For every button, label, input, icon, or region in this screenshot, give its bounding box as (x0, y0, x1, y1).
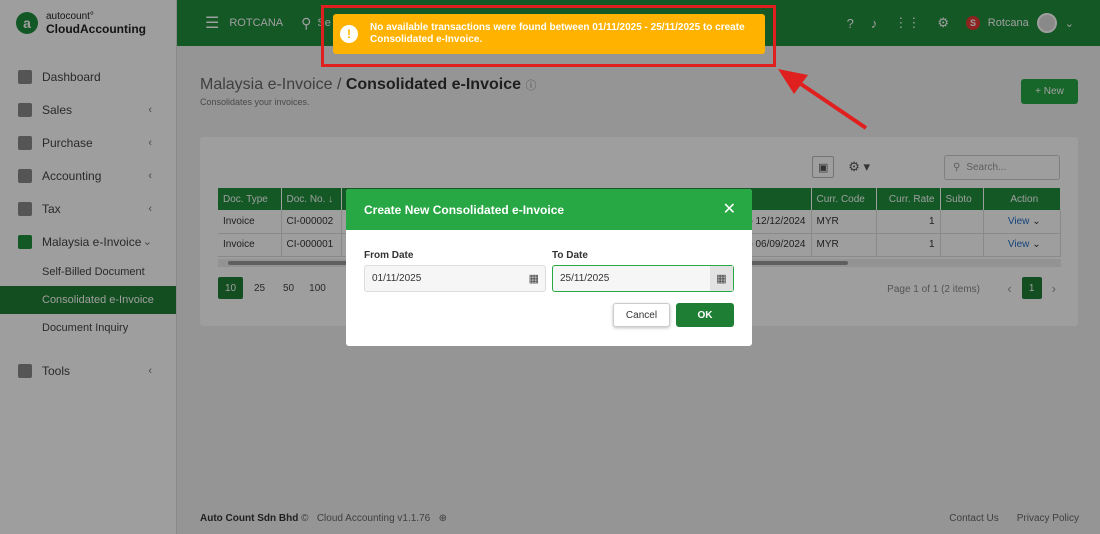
create-consolidated-modal: Create New Consolidated e-Invoice ✕ From… (346, 189, 752, 346)
ok-button[interactable]: OK (676, 303, 734, 327)
calendar-icon[interactable]: ▦ (710, 266, 733, 291)
to-date-label: To Date (552, 250, 588, 261)
warning-toast[interactable]: ! No available transactions were found b… (333, 14, 765, 54)
modal-header: Create New Consolidated e-Invoice ✕ (346, 189, 752, 230)
from-date-label: From Date (364, 250, 414, 261)
close-icon[interactable]: ✕ (723, 199, 736, 219)
cancel-button[interactable]: Cancel (613, 303, 670, 327)
annotation-arrow-icon (778, 69, 868, 130)
calendar-icon[interactable]: ▦ (529, 272, 539, 285)
exclamation-icon: ! (340, 25, 358, 43)
from-date-field[interactable]: 01/11/2025 ▦ (364, 265, 546, 292)
modal-title: Create New Consolidated e-Invoice (364, 202, 565, 217)
to-date-field[interactable]: 25/11/2025 ▦ (552, 265, 734, 292)
from-date-value: 01/11/2025 (372, 273, 422, 284)
to-date-value: 25/11/2025 (560, 273, 610, 284)
toast-message: No available transactions were found bet… (370, 22, 745, 45)
